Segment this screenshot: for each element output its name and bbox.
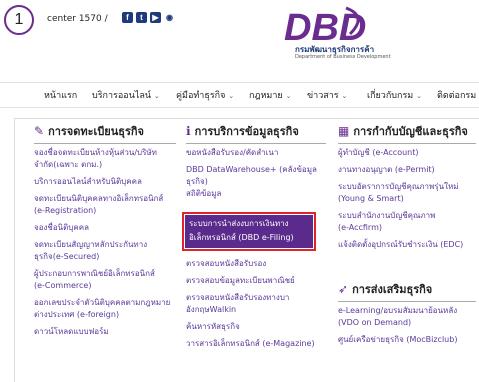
e-filing-line-2: อิเล็กทรอนิกส์ (DBD e-Filing) <box>189 233 294 242</box>
link-e-secured[interactable]: จดทะเบียนสัญญาหลักประกันทาง <box>34 239 176 251</box>
link-e-accfirm-cont[interactable]: (e-Accfirm) <box>338 222 476 234</box>
link-young-smart-cont[interactable]: (Young & Smart) <box>338 193 476 205</box>
link-e-commerce-cont[interactable]: (e-Commerce) <box>34 280 176 292</box>
link-statistics[interactable]: สถิติข้อมูล <box>186 188 326 200</box>
link-reserve-entity[interactable]: จองชื่อนิติบุคคล <box>34 222 176 234</box>
link-reserve-name-cont[interactable]: จำกัด(เฉพาะ ตกม.) <box>34 159 176 171</box>
chevron-down-icon: ⌄ <box>153 92 160 100</box>
link-e-filing[interactable]: ระบบการนำส่งงบการเงินทาง อิเล็กทรอนิกส์ … <box>185 215 313 248</box>
link-e-foreign-cont[interactable]: ต่างประเทศ (e-foreign) <box>34 309 176 321</box>
call-center-text: center 1570 / <box>47 14 108 24</box>
link-e-secured-cont[interactable]: ธุรกิจ(e-Secured) <box>34 251 176 263</box>
link-e-permit[interactable]: งานทางอนุญาต (e-Permit) <box>338 164 476 176</box>
rocket-icon: ➶ <box>338 282 349 296</box>
link-mocbizclub[interactable]: ศูนย์เครือข่ายธุรกิจ (MocBizclub) <box>338 334 476 346</box>
facebook-icon[interactable]: f <box>122 12 133 23</box>
chevron-down-icon: ⌄ <box>341 92 348 100</box>
information-column: ℹ การบริการข้อมูลธุรกิจ ขอหนังสือรับรอง/ค… <box>186 122 326 200</box>
link-e-account[interactable]: ผู้ทำบัญชี (e-Account) <box>338 147 476 159</box>
link-young-smart[interactable]: ระบบอัตราการบัญชีคุณภาพรุ่นใหม่ <box>338 181 476 193</box>
registration-column: ✎ การจดทะเบียนธุรกิจ จองชื่อจดทะเบียนห้าง… <box>34 122 176 338</box>
link-edc[interactable]: แจ้งติดตั้งอุปกรณ์รับชำระเงิน (EDC) <box>338 239 476 251</box>
top-header: 1 center 1570 / f t ▶ ◉ DBD กรมพัฒนาธุรก… <box>0 0 479 82</box>
promotion-column: ➶ การส่งเสริมธุรกิจ e-Learning/อบรมสัมมนา… <box>338 280 476 346</box>
chevron-down-icon: ⌄ <box>285 92 292 100</box>
main-nav: หน้าแรก บริการออนไลน์ ⌄ คู่มือทำธุรกิจ ⌄… <box>0 82 479 108</box>
link-check-english-cert-cont[interactable]: อังกฤษWalkin <box>186 304 326 316</box>
youtube-icon[interactable]: ▶ <box>150 12 161 23</box>
promotion-heading: ➶ การส่งเสริมธุรกิจ <box>338 282 433 296</box>
information-column-lower: ตรวจสอบหนังสือรับรอง ตรวจสอบข้อมูลทะเบีย… <box>186 258 326 350</box>
link-datawarehouse[interactable]: DBD DataWarehouse+ (คลังข้อมูล <box>186 164 326 176</box>
information-heading: ℹ การบริการข้อมูลธุรกิจ <box>186 124 299 138</box>
link-online-services[interactable]: บริการออนไลน์สำหรับนิติบุคคล <box>34 176 176 188</box>
link-e-registration-cont[interactable]: (e-Registration) <box>34 205 176 217</box>
link-check-english-cert[interactable]: ตรวจสอบหนังสือรับรองทางบา <box>186 292 326 304</box>
nav-news[interactable]: ข่าวสาร ⌄ <box>307 88 347 102</box>
twitter-icon[interactable]: t <box>136 12 147 23</box>
pen-icon: ✎ <box>34 124 45 138</box>
registration-heading: ✎ การจดทะเบียนธุรกิจ <box>34 124 144 138</box>
chevron-down-icon: ⌄ <box>416 92 422 100</box>
link-e-magazine[interactable]: วารสารอิเล็กทรอนิกส์ (e-Magazine) <box>186 338 326 350</box>
rss-icon[interactable]: ◉ <box>164 12 175 23</box>
link-check-commercial[interactable]: ตรวจสอบข้อมูลทะเบียนพาณิชย์ <box>186 275 326 287</box>
nav-business-guide[interactable]: คู่มือทำธุรกิจ ⌄ <box>176 88 234 102</box>
link-download-forms[interactable]: ดาวน์โหลดแบบฟอร์ม <box>34 326 176 338</box>
chevron-down-icon: ⌄ <box>228 92 235 100</box>
link-e-registration[interactable]: จดทะเบียนนิติบุคคลทางอิเล็กทรอนิกส์ <box>34 193 176 205</box>
nav-contact[interactable]: ติดต่อกรม <box>437 88 476 102</box>
link-reserve-name[interactable]: จองชื่อจดทะเบียนห้างหุ้นส่วน/บริษัท <box>34 147 176 159</box>
logo-subtitle: Department of Business Development <box>295 54 391 60</box>
calculator-icon: ▦ <box>338 124 350 138</box>
step-number-badge: 1 <box>4 5 34 35</box>
link-e-accfirm[interactable]: ระบบสำนักงานบัญชีคุณภาพ <box>338 210 476 222</box>
nav-law[interactable]: กฎหมาย ⌄ <box>249 88 291 102</box>
e-filing-line-1: ระบบการนำส่งงบการเงินทาง <box>189 219 289 228</box>
link-certificate[interactable]: ขอหนังสือรับรอง/คัดสำเนา <box>186 147 326 159</box>
nav-home[interactable]: หน้าแรก <box>44 88 77 102</box>
nav-online-services[interactable]: บริการออนไลน์ ⌄ <box>92 88 160 102</box>
social-icons: f t ▶ ◉ <box>122 12 175 23</box>
link-check-certificate[interactable]: ตรวจสอบหนังสือรับรอง <box>186 258 326 270</box>
link-e-foreign[interactable]: ออกเลขประจำตัวนิติบุคคลตามกฎหมาย <box>34 297 176 309</box>
accounting-column: ▦ การกำกับบัญชีและธุรกิจ ผู้ทำบัญชี (e-Ac… <box>338 122 476 251</box>
link-e-learning-cont[interactable]: (VDO on Demand) <box>338 317 476 329</box>
link-business-code[interactable]: ค้นหารหัสธุรกิจ <box>186 321 326 333</box>
link-datawarehouse-cont[interactable]: ธุรกิจ) <box>186 176 326 188</box>
nav-about[interactable]: เกี่ยวกับกรม ⌄ <box>367 88 422 102</box>
info-icon: ℹ <box>186 124 191 138</box>
accounting-heading: ▦ การกำกับบัญชีและธุรกิจ <box>338 124 468 138</box>
link-e-learning[interactable]: e-Learning/อบรมสัมมนาย้อนหลัง <box>338 305 476 317</box>
link-e-commerce[interactable]: ผู้ประกอบการพาณิชย์อิเล็กทรอนิกส์ <box>34 268 176 280</box>
